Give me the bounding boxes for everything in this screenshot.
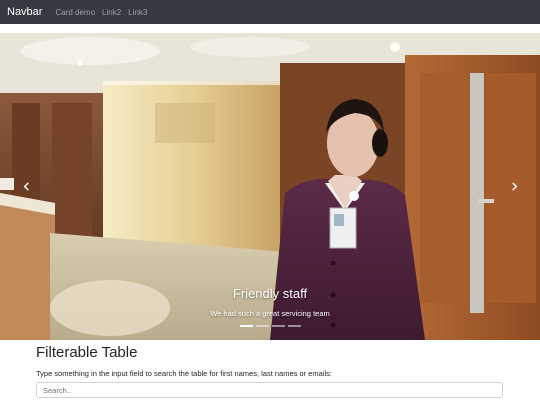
carousel: Friendly staff We had such a great servi…: [0, 33, 540, 340]
navbar: Navbar Card demo Link2 Link3: [0, 0, 540, 24]
search-input[interactable]: [36, 382, 503, 398]
filterable-table-section: Filterable Table Type something in the i…: [36, 343, 506, 398]
carousel-indicator-3[interactable]: [271, 325, 285, 327]
chevron-left-icon: [23, 182, 29, 191]
nav-link-link3[interactable]: Link3: [128, 8, 147, 17]
chevron-right-icon: [511, 182, 517, 191]
carousel-indicator-4[interactable]: [287, 325, 301, 327]
nav-link-link2[interactable]: Link2: [102, 8, 121, 17]
carousel-caption: Friendly staff We had such a great servi…: [0, 286, 540, 318]
section-title: Filterable Table: [36, 344, 138, 361]
nav-link-card-demo[interactable]: Card demo: [55, 8, 95, 17]
section-description: Type something in the input field to sea…: [36, 369, 332, 378]
caption-text: We had such a great servicing team: [210, 309, 330, 318]
navbar-brand[interactable]: Navbar: [7, 6, 42, 18]
carousel-indicator-1[interactable]: [239, 325, 253, 327]
carousel-indicator-2[interactable]: [255, 325, 269, 327]
caption-title: Friendly staff: [232, 286, 308, 301]
carousel-indicators: [0, 325, 540, 327]
